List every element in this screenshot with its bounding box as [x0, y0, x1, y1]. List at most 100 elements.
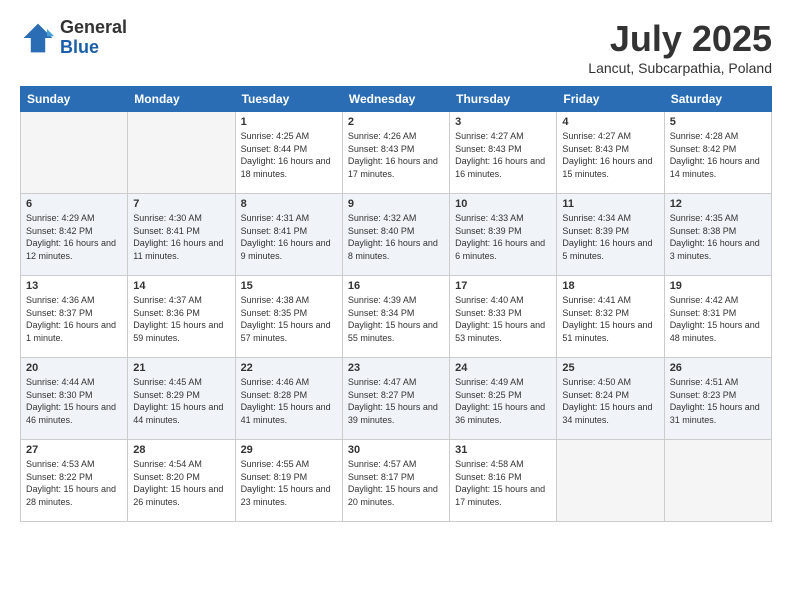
day-detail: Sunrise: 4:40 AM Sunset: 8:33 PM Dayligh… — [455, 294, 551, 344]
table-row: 7 Sunrise: 4:30 AM Sunset: 8:41 PM Daylig… — [128, 194, 235, 276]
day-detail: Sunrise: 4:41 AM Sunset: 8:32 PM Dayligh… — [562, 294, 658, 344]
day-number: 13 — [26, 280, 122, 292]
day-number: 12 — [670, 198, 766, 210]
calendar-week-row: 27 Sunrise: 4:53 AM Sunset: 8:22 PM Dayli… — [21, 440, 772, 522]
table-row: 18 Sunrise: 4:41 AM Sunset: 8:32 PM Dayli… — [557, 276, 664, 358]
table-row — [557, 440, 664, 522]
table-row: 12 Sunrise: 4:35 AM Sunset: 8:38 PM Dayli… — [664, 194, 771, 276]
col-wednesday: Wednesday — [342, 87, 449, 112]
day-detail: Sunrise: 4:27 AM Sunset: 8:43 PM Dayligh… — [562, 130, 658, 180]
day-detail: Sunrise: 4:37 AM Sunset: 8:36 PM Dayligh… — [133, 294, 229, 344]
day-detail: Sunrise: 4:35 AM Sunset: 8:38 PM Dayligh… — [670, 212, 766, 262]
day-number: 1 — [241, 116, 337, 128]
table-row: 3 Sunrise: 4:27 AM Sunset: 8:43 PM Daylig… — [450, 112, 557, 194]
table-row: 5 Sunrise: 4:28 AM Sunset: 8:42 PM Daylig… — [664, 112, 771, 194]
day-number: 18 — [562, 280, 658, 292]
logo-general-text: General — [60, 18, 127, 38]
table-row — [21, 112, 128, 194]
day-detail: Sunrise: 4:39 AM Sunset: 8:34 PM Dayligh… — [348, 294, 444, 344]
table-row: 17 Sunrise: 4:40 AM Sunset: 8:33 PM Dayli… — [450, 276, 557, 358]
calendar-table: Sunday Monday Tuesday Wednesday Thursday… — [20, 86, 772, 522]
day-number: 30 — [348, 444, 444, 456]
day-detail: Sunrise: 4:47 AM Sunset: 8:27 PM Dayligh… — [348, 376, 444, 426]
day-detail: Sunrise: 4:49 AM Sunset: 8:25 PM Dayligh… — [455, 376, 551, 426]
day-detail: Sunrise: 4:58 AM Sunset: 8:16 PM Dayligh… — [455, 458, 551, 508]
day-detail: Sunrise: 4:31 AM Sunset: 8:41 PM Dayligh… — [241, 212, 337, 262]
day-detail: Sunrise: 4:51 AM Sunset: 8:23 PM Dayligh… — [670, 376, 766, 426]
table-row: 25 Sunrise: 4:50 AM Sunset: 8:24 PM Dayli… — [557, 358, 664, 440]
table-row: 11 Sunrise: 4:34 AM Sunset: 8:39 PM Dayli… — [557, 194, 664, 276]
day-number: 31 — [455, 444, 551, 456]
day-number: 24 — [455, 362, 551, 374]
day-number: 11 — [562, 198, 658, 210]
day-detail: Sunrise: 4:33 AM Sunset: 8:39 PM Dayligh… — [455, 212, 551, 262]
table-row: 22 Sunrise: 4:46 AM Sunset: 8:28 PM Dayli… — [235, 358, 342, 440]
table-row: 13 Sunrise: 4:36 AM Sunset: 8:37 PM Dayli… — [21, 276, 128, 358]
day-number: 22 — [241, 362, 337, 374]
day-number: 19 — [670, 280, 766, 292]
day-detail: Sunrise: 4:28 AM Sunset: 8:42 PM Dayligh… — [670, 130, 766, 180]
table-row: 14 Sunrise: 4:37 AM Sunset: 8:36 PM Dayli… — [128, 276, 235, 358]
day-number: 9 — [348, 198, 444, 210]
table-row: 4Sunrise: 4:27 AM Sunset: 8:43 PM Daylig… — [557, 112, 664, 194]
day-number: 17 — [455, 280, 551, 292]
col-thursday: Thursday — [450, 87, 557, 112]
day-number: 3 — [455, 116, 551, 128]
day-detail: Sunrise: 4:46 AM Sunset: 8:28 PM Dayligh… — [241, 376, 337, 426]
col-sunday: Sunday — [21, 87, 128, 112]
day-number: 20 — [26, 362, 122, 374]
calendar-header-row: Sunday Monday Tuesday Wednesday Thursday… — [21, 87, 772, 112]
day-detail: Sunrise: 4:53 AM Sunset: 8:22 PM Dayligh… — [26, 458, 122, 508]
day-number: 21 — [133, 362, 229, 374]
table-row: 24 Sunrise: 4:49 AM Sunset: 8:25 PM Dayli… — [450, 358, 557, 440]
table-row: 6Sunrise: 4:29 AM Sunset: 8:42 PM Daylig… — [21, 194, 128, 276]
day-detail: Sunrise: 4:29 AM Sunset: 8:42 PM Dayligh… — [26, 212, 122, 262]
day-detail: Sunrise: 4:38 AM Sunset: 8:35 PM Dayligh… — [241, 294, 337, 344]
table-row: 8 Sunrise: 4:31 AM Sunset: 8:41 PM Daylig… — [235, 194, 342, 276]
col-friday: Friday — [557, 87, 664, 112]
day-number: 25 — [562, 362, 658, 374]
logo-blue-text: Blue — [60, 38, 127, 58]
day-number: 27 — [26, 444, 122, 456]
table-row — [128, 112, 235, 194]
day-detail: Sunrise: 4:36 AM Sunset: 8:37 PM Dayligh… — [26, 294, 122, 344]
table-row: 30 Sunrise: 4:57 AM Sunset: 8:17 PM Dayli… — [342, 440, 449, 522]
table-row: 2 Sunrise: 4:26 AM Sunset: 8:43 PM Daylig… — [342, 112, 449, 194]
day-detail: Sunrise: 4:27 AM Sunset: 8:43 PM Dayligh… — [455, 130, 551, 180]
day-number: 2 — [348, 116, 444, 128]
table-row: 28 Sunrise: 4:54 AM Sunset: 8:20 PM Dayli… — [128, 440, 235, 522]
day-detail: Sunrise: 4:44 AM Sunset: 8:30 PM Dayligh… — [26, 376, 122, 426]
logo-icon — [20, 20, 56, 56]
day-number: 14 — [133, 280, 229, 292]
day-detail: Sunrise: 4:26 AM Sunset: 8:43 PM Dayligh… — [348, 130, 444, 180]
day-detail: Sunrise: 4:50 AM Sunset: 8:24 PM Dayligh… — [562, 376, 658, 426]
day-number: 5 — [670, 116, 766, 128]
calendar-week-row: 1 Sunrise: 4:25 AM Sunset: 8:44 PM Daylig… — [21, 112, 772, 194]
table-row: 10 Sunrise: 4:33 AM Sunset: 8:39 PM Dayli… — [450, 194, 557, 276]
table-row: 9 Sunrise: 4:32 AM Sunset: 8:40 PM Daylig… — [342, 194, 449, 276]
day-detail: Sunrise: 4:34 AM Sunset: 8:39 PM Dayligh… — [562, 212, 658, 262]
day-number: 10 — [455, 198, 551, 210]
table-row — [664, 440, 771, 522]
day-detail: Sunrise: 4:54 AM Sunset: 8:20 PM Dayligh… — [133, 458, 229, 508]
day-number: 7 — [133, 198, 229, 210]
title-block: July 2025 Lancut, Subcarpathia, Poland — [588, 18, 772, 76]
day-detail: Sunrise: 4:32 AM Sunset: 8:40 PM Dayligh… — [348, 212, 444, 262]
day-detail: Sunrise: 4:30 AM Sunset: 8:41 PM Dayligh… — [133, 212, 229, 262]
day-detail: Sunrise: 4:57 AM Sunset: 8:17 PM Dayligh… — [348, 458, 444, 508]
day-number: 16 — [348, 280, 444, 292]
subtitle: Lancut, Subcarpathia, Poland — [588, 60, 772, 76]
day-number: 28 — [133, 444, 229, 456]
day-number: 8 — [241, 198, 337, 210]
page: General Blue July 2025 Lancut, Subcarpat… — [0, 0, 792, 532]
calendar-week-row: 6Sunrise: 4:29 AM Sunset: 8:42 PM Daylig… — [21, 194, 772, 276]
day-number: 23 — [348, 362, 444, 374]
day-detail: Sunrise: 4:25 AM Sunset: 8:44 PM Dayligh… — [241, 130, 337, 180]
table-row: 26 Sunrise: 4:51 AM Sunset: 8:23 PM Dayli… — [664, 358, 771, 440]
day-number: 26 — [670, 362, 766, 374]
table-row: 15Sunrise: 4:38 AM Sunset: 8:35 PM Dayli… — [235, 276, 342, 358]
table-row: 31 Sunrise: 4:58 AM Sunset: 8:16 PM Dayli… — [450, 440, 557, 522]
col-tuesday: Tuesday — [235, 87, 342, 112]
day-detail: Sunrise: 4:55 AM Sunset: 8:19 PM Dayligh… — [241, 458, 337, 508]
table-row: 21Sunrise: 4:45 AM Sunset: 8:29 PM Dayli… — [128, 358, 235, 440]
